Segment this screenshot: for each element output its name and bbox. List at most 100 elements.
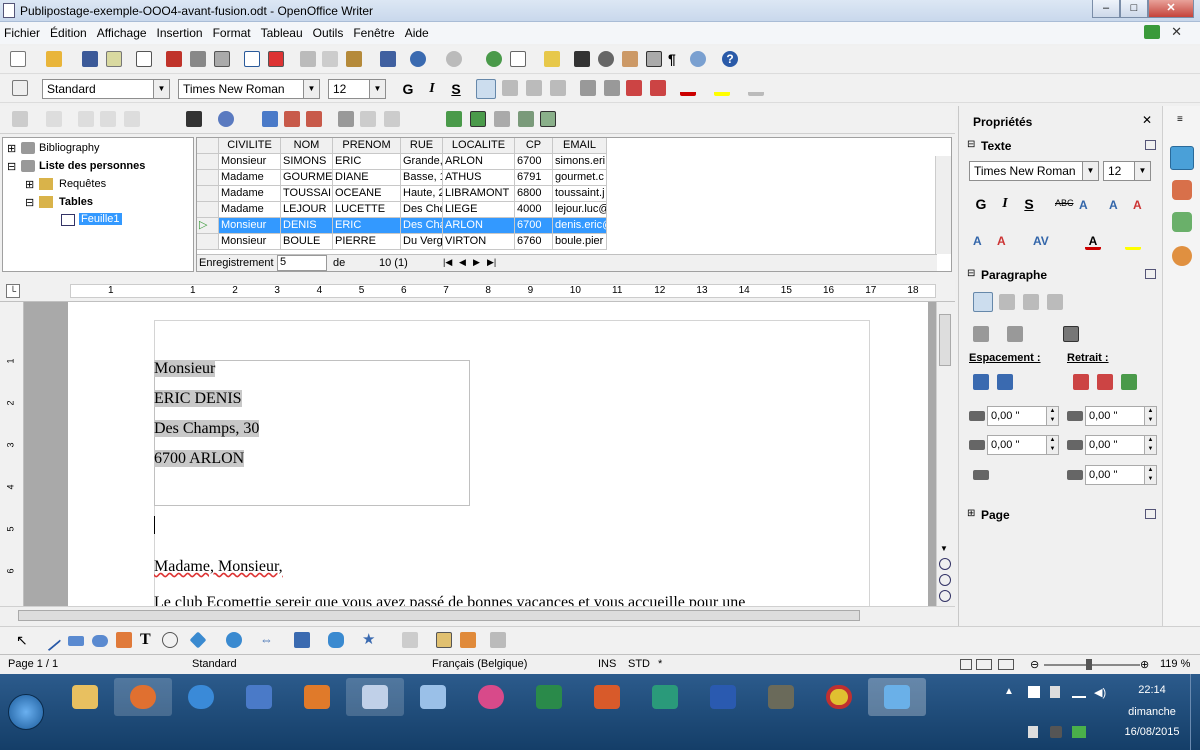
table-cell[interactable]: DENIS (281, 218, 333, 234)
tree-item-feuille1[interactable]: Feuille1 (79, 213, 122, 225)
sidebar-align-center-icon[interactable] (999, 294, 1015, 310)
standard-filter-icon[interactable] (360, 111, 376, 127)
sidebar-decrease-indent-icon[interactable] (1097, 374, 1113, 390)
menu-fichier[interactable]: Fichier (4, 26, 40, 40)
table-cell[interactable]: Des Cha (401, 218, 443, 234)
menu-edition[interactable]: Édition (50, 26, 87, 40)
tree-item-liste-des-personnes[interactable]: Liste des personnes (39, 160, 145, 172)
table-row[interactable]: Madame LEJOUR LUCETTE Des Ché LIEGE 4000 lejou… (197, 202, 937, 218)
line-spacing-icon[interactable] (973, 470, 989, 480)
table-cell[interactable]: TOUSSAII (281, 186, 333, 202)
expand-icon[interactable]: ⊞ (25, 178, 34, 191)
row-header[interactable] (197, 154, 219, 170)
expand-icon[interactable]: ⊞ (967, 508, 975, 519)
table-row[interactable]: Madame GOURME DIANE Basse, 1 ATHUS 6791 gourme… (197, 170, 937, 186)
table-cell[interactable]: PIERRE (333, 234, 401, 250)
show-draw-functions-icon[interactable] (544, 51, 560, 67)
below-paragraph-spacing[interactable]: 0,00 " ▲ ▼ (987, 435, 1059, 455)
sort-ascending-icon[interactable] (262, 111, 278, 127)
menu-outils[interactable]: Outils (313, 26, 344, 40)
menu-tableau[interactable]: Tableau (261, 26, 303, 40)
italic-button[interactable]: I (422, 79, 442, 99)
page-preview-icon[interactable] (214, 51, 230, 67)
db-save-icon[interactable] (12, 111, 28, 127)
last-record-icon[interactable]: ▶| (487, 257, 496, 268)
sidebar-highlight-icon[interactable] (1125, 234, 1141, 250)
sidebar-align-right-icon[interactable] (1023, 294, 1039, 310)
table-cell[interactable]: simons.eri (553, 154, 607, 170)
zoom-in-icon[interactable]: ⊕ (1140, 658, 1149, 671)
field-cp-localite[interactable]: 6700 ARLON (154, 450, 245, 468)
rectangle-icon[interactable] (68, 636, 84, 646)
tray-usb-icon[interactable] (1028, 726, 1038, 738)
table-cell[interactable]: Madame (219, 170, 281, 186)
more-options-icon[interactable] (1145, 140, 1156, 150)
table-cell[interactable]: LIEGE (443, 202, 515, 218)
selection-mode[interactable]: STD (628, 658, 650, 670)
align-center-icon[interactable] (502, 80, 518, 96)
table-cell[interactable]: ATHUS (443, 170, 515, 186)
column-header[interactable]: PRENOM (333, 138, 401, 154)
taskbar-paint[interactable] (346, 678, 404, 716)
section-paragraphe[interactable]: Paragraphe (981, 268, 1047, 282)
row-header[interactable]: ▷ (197, 218, 219, 234)
horizontal-ruler[interactable]: └ 1 1 2 3 4 5 6 7 8 9 10 11 12 13 14 15 16 17 18 (0, 280, 955, 302)
table-cell[interactable]: Basse, 1 (401, 170, 443, 186)
sidebar-italic-button[interactable]: I (995, 194, 1015, 214)
sidebar-bullets-icon[interactable] (973, 326, 989, 342)
zoom-slider-handle[interactable] (1086, 659, 1092, 670)
language[interactable]: Français (Belgique) (432, 658, 527, 670)
sidebar-align-left-icon[interactable] (973, 292, 993, 312)
menu-fenetre[interactable]: Fenêtre (353, 26, 394, 40)
taskbar-excel[interactable] (520, 678, 578, 716)
table-cell[interactable]: Monsieur (219, 154, 281, 170)
column-header[interactable]: LOCALITE (443, 138, 515, 154)
grow-font-icon[interactable]: A (1109, 198, 1125, 214)
document-horizontal-scrollbar[interactable] (0, 606, 955, 624)
table-cell[interactable]: lejour.luc@ (553, 202, 607, 218)
increase-indent-icon[interactable] (650, 80, 666, 96)
tree-item-bibliography[interactable]: Bibliography (39, 142, 100, 154)
navigator-tab-icon[interactable] (1172, 246, 1192, 266)
table-cell[interactable]: gourmet.c (553, 170, 607, 186)
basic-shapes-icon[interactable] (189, 631, 207, 649)
decrease-indent-icon[interactable] (626, 80, 642, 96)
taskbar-word[interactable] (694, 678, 752, 716)
gallery-icon[interactable] (622, 51, 638, 67)
save-icon[interactable] (82, 51, 98, 67)
battery-icon[interactable] (1050, 686, 1060, 698)
from-file-icon[interactable] (460, 632, 476, 648)
tree-item-tables[interactable]: Tables (59, 196, 93, 208)
table-row[interactable]: ▷ Monsieur DENIS ERIC Des Cha ARLON 6700 denis.… (197, 218, 937, 234)
grid-scrollbar[interactable] (935, 156, 951, 254)
insert-mode[interactable]: INS (598, 658, 616, 670)
table-cell[interactable]: LIBRAMONT (443, 186, 515, 202)
first-line-indent[interactable]: 0,00 " ▲ ▼ (1085, 465, 1157, 485)
taskbar-notes[interactable] (404, 678, 462, 716)
sidebar-menu-icon[interactable]: ≡ (1177, 114, 1183, 125)
email-icon[interactable] (106, 51, 122, 67)
table-cell[interactable]: Monsieur (219, 234, 281, 250)
sort-icon[interactable] (284, 111, 300, 127)
clock-date[interactable]: 16/08/2015 (1116, 726, 1188, 738)
next-page-icon[interactable] (939, 590, 951, 602)
single-page-view-icon[interactable] (960, 659, 972, 670)
fontwork-icon[interactable] (436, 632, 452, 648)
table-cell[interactable]: LUCETTE (333, 202, 401, 218)
strikethrough-icon[interactable]: ABC (1055, 198, 1074, 214)
tree-item-requetes[interactable]: Requêtes (59, 178, 106, 190)
minimize-button[interactable]: – (1092, 0, 1120, 18)
table-row[interactable]: MonsieurSIMONSERICGrande, 1ARLON6700simo… (197, 154, 937, 170)
section-texte[interactable]: Texte (981, 139, 1011, 153)
db-cut-icon[interactable] (78, 111, 94, 127)
background-color-icon[interactable] (748, 80, 764, 96)
column-header[interactable]: EMAIL (553, 138, 607, 154)
hscroll-thumb[interactable] (18, 610, 860, 621)
shrink-font-icon[interactable]: A (1133, 198, 1149, 214)
after-text-indent[interactable]: 0,00 " ▲ ▼ (1085, 435, 1157, 455)
sidebar-increase-indent-icon[interactable] (1073, 374, 1089, 390)
undo-icon[interactable] (410, 51, 426, 67)
navigation-icon[interactable] (939, 574, 951, 586)
points-icon[interactable] (402, 632, 418, 648)
table-cell[interactable]: denis.eric@ (553, 218, 607, 234)
